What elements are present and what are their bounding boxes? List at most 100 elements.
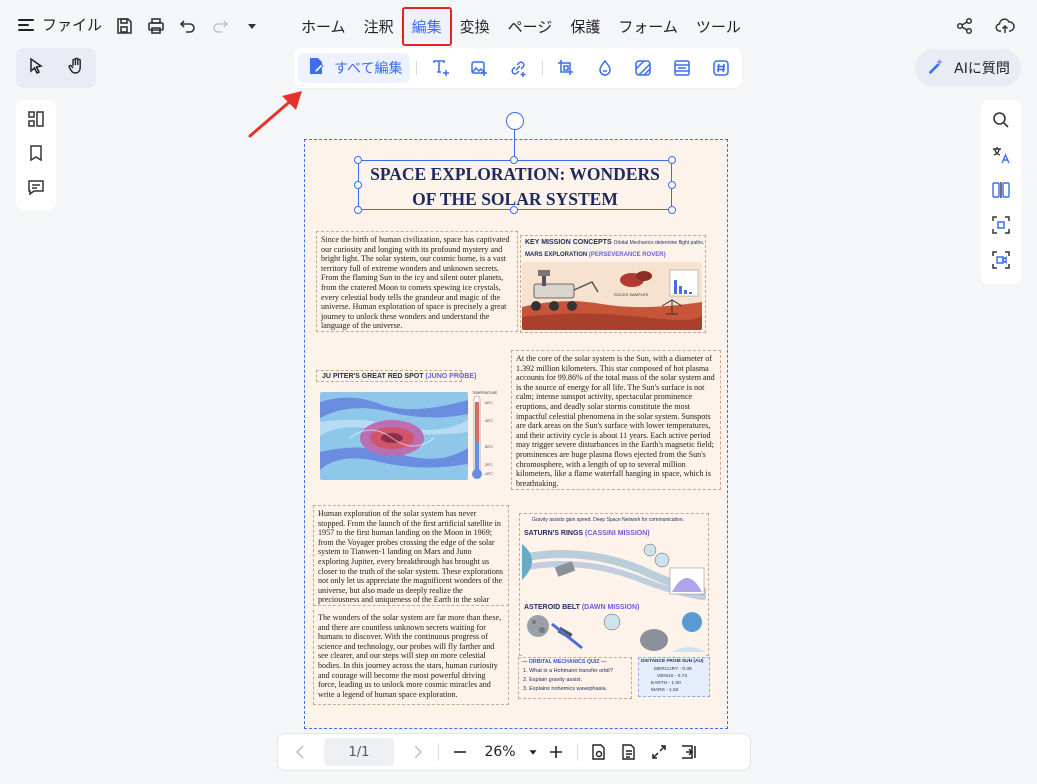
screenshot-ocr-icon[interactable]	[991, 215, 1011, 239]
asteroid-belt-illustration	[522, 612, 706, 656]
intro-paragraph[interactable]: Since the birth of human civilization, s…	[316, 231, 518, 332]
sun-paragraph[interactable]: At the core of the solar system is the S…	[511, 350, 721, 490]
gravity-assist-caption: Gravity assists gain speed. Deep Space N…	[532, 517, 685, 523]
add-image-icon[interactable]	[462, 53, 497, 83]
key-mission-caption: KEY MISSION CONCEPTS Orbital Mechanics d…	[525, 239, 705, 246]
toolbar-divider	[541, 61, 543, 75]
search-icon[interactable]	[991, 110, 1011, 134]
distance-row: EARTH - 1.00	[651, 681, 681, 686]
edit-all-button[interactable]: すべて編集	[298, 53, 411, 83]
tab-form[interactable]: フォーム	[609, 8, 687, 45]
quiz-question-1: 1. What is a Hohmann transfer orbit?	[523, 668, 613, 674]
bates-number-icon[interactable]	[703, 53, 738, 83]
zoom-dropdown-icon[interactable]	[525, 737, 541, 767]
add-text-icon[interactable]	[423, 53, 458, 83]
svg-text:-40°C: -40°C	[484, 419, 493, 423]
top-right-icons	[955, 16, 1015, 40]
share-icon[interactable]	[955, 16, 975, 40]
mars-rover-illustration: ROCKS SAMPLES	[522, 262, 702, 330]
zoom-in-icon[interactable]	[541, 737, 571, 767]
file-menu-button[interactable]: ファイル	[18, 14, 102, 35]
thumbnails-icon[interactable]	[26, 109, 46, 133]
tool-mode-group	[16, 48, 96, 88]
zoom-out-icon[interactable]	[445, 737, 475, 767]
print-icon[interactable]	[146, 16, 166, 36]
undo-icon[interactable]	[178, 16, 198, 36]
mars-caption: MARS EXPLORATION (PERSEVERANCE ROVER)	[525, 252, 666, 258]
menu-tabs: ホーム 注釈 編集 変換 ページ 保護 フォーム ツール	[292, 7, 750, 46]
page-number-input[interactable]: 1/1	[324, 738, 394, 766]
file-menu-label: ファイル	[42, 16, 103, 34]
comment-icon[interactable]	[26, 177, 46, 201]
screen-record-icon[interactable]	[991, 250, 1011, 274]
watermark-icon[interactable]	[587, 53, 622, 83]
hamburger-icon	[18, 18, 34, 31]
edit-document-icon	[306, 56, 326, 80]
temperature-label: TEMPERATURE	[472, 391, 498, 395]
red-arrow-annotation	[248, 91, 302, 138]
add-link-icon[interactable]	[501, 53, 536, 83]
edit-all-label: すべて編集	[334, 61, 403, 77]
toolbar-divider	[416, 61, 418, 75]
temperature-scale-illustration: TEMPERATURE -60°C -40°C -50°C -20°C -10°…	[472, 391, 498, 479]
svg-text:-60°C: -60°C	[484, 401, 493, 405]
select-arrow-icon[interactable]	[26, 56, 46, 80]
distance-row: VENUS - 0.72	[657, 674, 688, 679]
translate-icon[interactable]	[991, 145, 1011, 169]
bottom-divider	[577, 743, 578, 761]
ai-sparkle-icon	[926, 57, 944, 79]
title-line-1: SPACE EXPLORATION: WONDERS	[370, 164, 660, 184]
header-footer-icon[interactable]	[665, 53, 700, 83]
right-side-panel	[981, 100, 1021, 284]
compare-icon[interactable]	[991, 180, 1011, 204]
page-view-icon[interactable]	[584, 737, 614, 767]
bottom-navigation-bar: 1/1 26%	[277, 733, 751, 771]
collapse-panel-icon[interactable]	[674, 737, 704, 767]
fit-screen-icon[interactable]	[644, 737, 674, 767]
page-layout-icon[interactable]	[614, 737, 644, 767]
hand-icon[interactable]	[66, 56, 86, 80]
quiz-question-2: 2. Explain gravity assist.	[523, 677, 582, 683]
conclusion-paragraph[interactable]: The wonders of the solar system are far …	[313, 610, 509, 705]
jupiter-caption: JU PITER'S GREAT RED SPOT (JUNO PROBE)	[322, 373, 477, 380]
svg-text:-20°C: -20°C	[484, 463, 493, 467]
svg-text:ROCKS SAMPLES: ROCKS SAMPLES	[614, 292, 649, 297]
rotate-handle-icon[interactable]	[506, 112, 524, 130]
quiz-question-3: 3. Explains nohemics wavephasia.	[523, 686, 608, 692]
ai-ask-label: AIに質問	[954, 61, 1010, 77]
edit-toolbar: すべて編集	[294, 48, 742, 88]
quick-access-dropdown-icon[interactable]	[242, 16, 262, 36]
tab-edit[interactable]: 編集	[401, 7, 452, 46]
redo-icon[interactable]	[210, 16, 230, 36]
saturn-caption: SATURN'S RINGS (CASSINI MISSION)	[524, 530, 650, 537]
zoom-level[interactable]: 26%	[475, 744, 525, 760]
svg-text:-50°C: -50°C	[484, 445, 493, 449]
distance-row: MARS - 1.52	[651, 688, 679, 693]
tab-tools[interactable]: ツール	[687, 8, 750, 45]
document-title[interactable]: SPACE EXPLORATION: WONDERS OF THE SOLAR …	[358, 162, 672, 212]
tab-home[interactable]: ホーム	[292, 8, 355, 45]
svg-text:-10°C: -10°C	[484, 472, 493, 476]
next-page-icon[interactable]	[402, 737, 432, 767]
tab-convert[interactable]: 変換	[451, 8, 499, 45]
tab-protect[interactable]: 保護	[561, 8, 609, 45]
distance-title: DISTANCE FROM SUN (AU)	[641, 659, 704, 664]
jupiter-red-spot-illustration	[320, 392, 468, 480]
distance-row: MERCURY - 0.39	[654, 667, 692, 672]
tab-page[interactable]: ページ	[499, 8, 562, 45]
asteroid-caption: ASTEROID BELT (DAWN MISSION)	[524, 604, 640, 611]
bookmark-icon[interactable]	[26, 143, 46, 167]
menubar: ファイル ホーム 注釈 編集 変換 ページ 保護 フォーム ツール	[0, 0, 1037, 52]
quiz-title: — ORBITAL MECHANICS QUIZ —	[522, 659, 607, 665]
crop-page-icon[interactable]	[549, 53, 584, 83]
tab-annotate[interactable]: 注釈	[355, 8, 403, 45]
bottom-divider	[438, 743, 439, 761]
saturn-rings-illustration	[522, 540, 706, 600]
exploration-paragraph[interactable]: Human exploration of the solar system ha…	[313, 505, 509, 606]
ai-ask-button[interactable]: AIに質問	[915, 49, 1021, 87]
background-icon[interactable]	[626, 53, 661, 83]
save-icon[interactable]	[114, 16, 134, 36]
cloud-upload-icon[interactable]	[995, 16, 1015, 40]
previous-page-icon[interactable]	[286, 737, 316, 767]
left-side-panel	[16, 100, 56, 210]
